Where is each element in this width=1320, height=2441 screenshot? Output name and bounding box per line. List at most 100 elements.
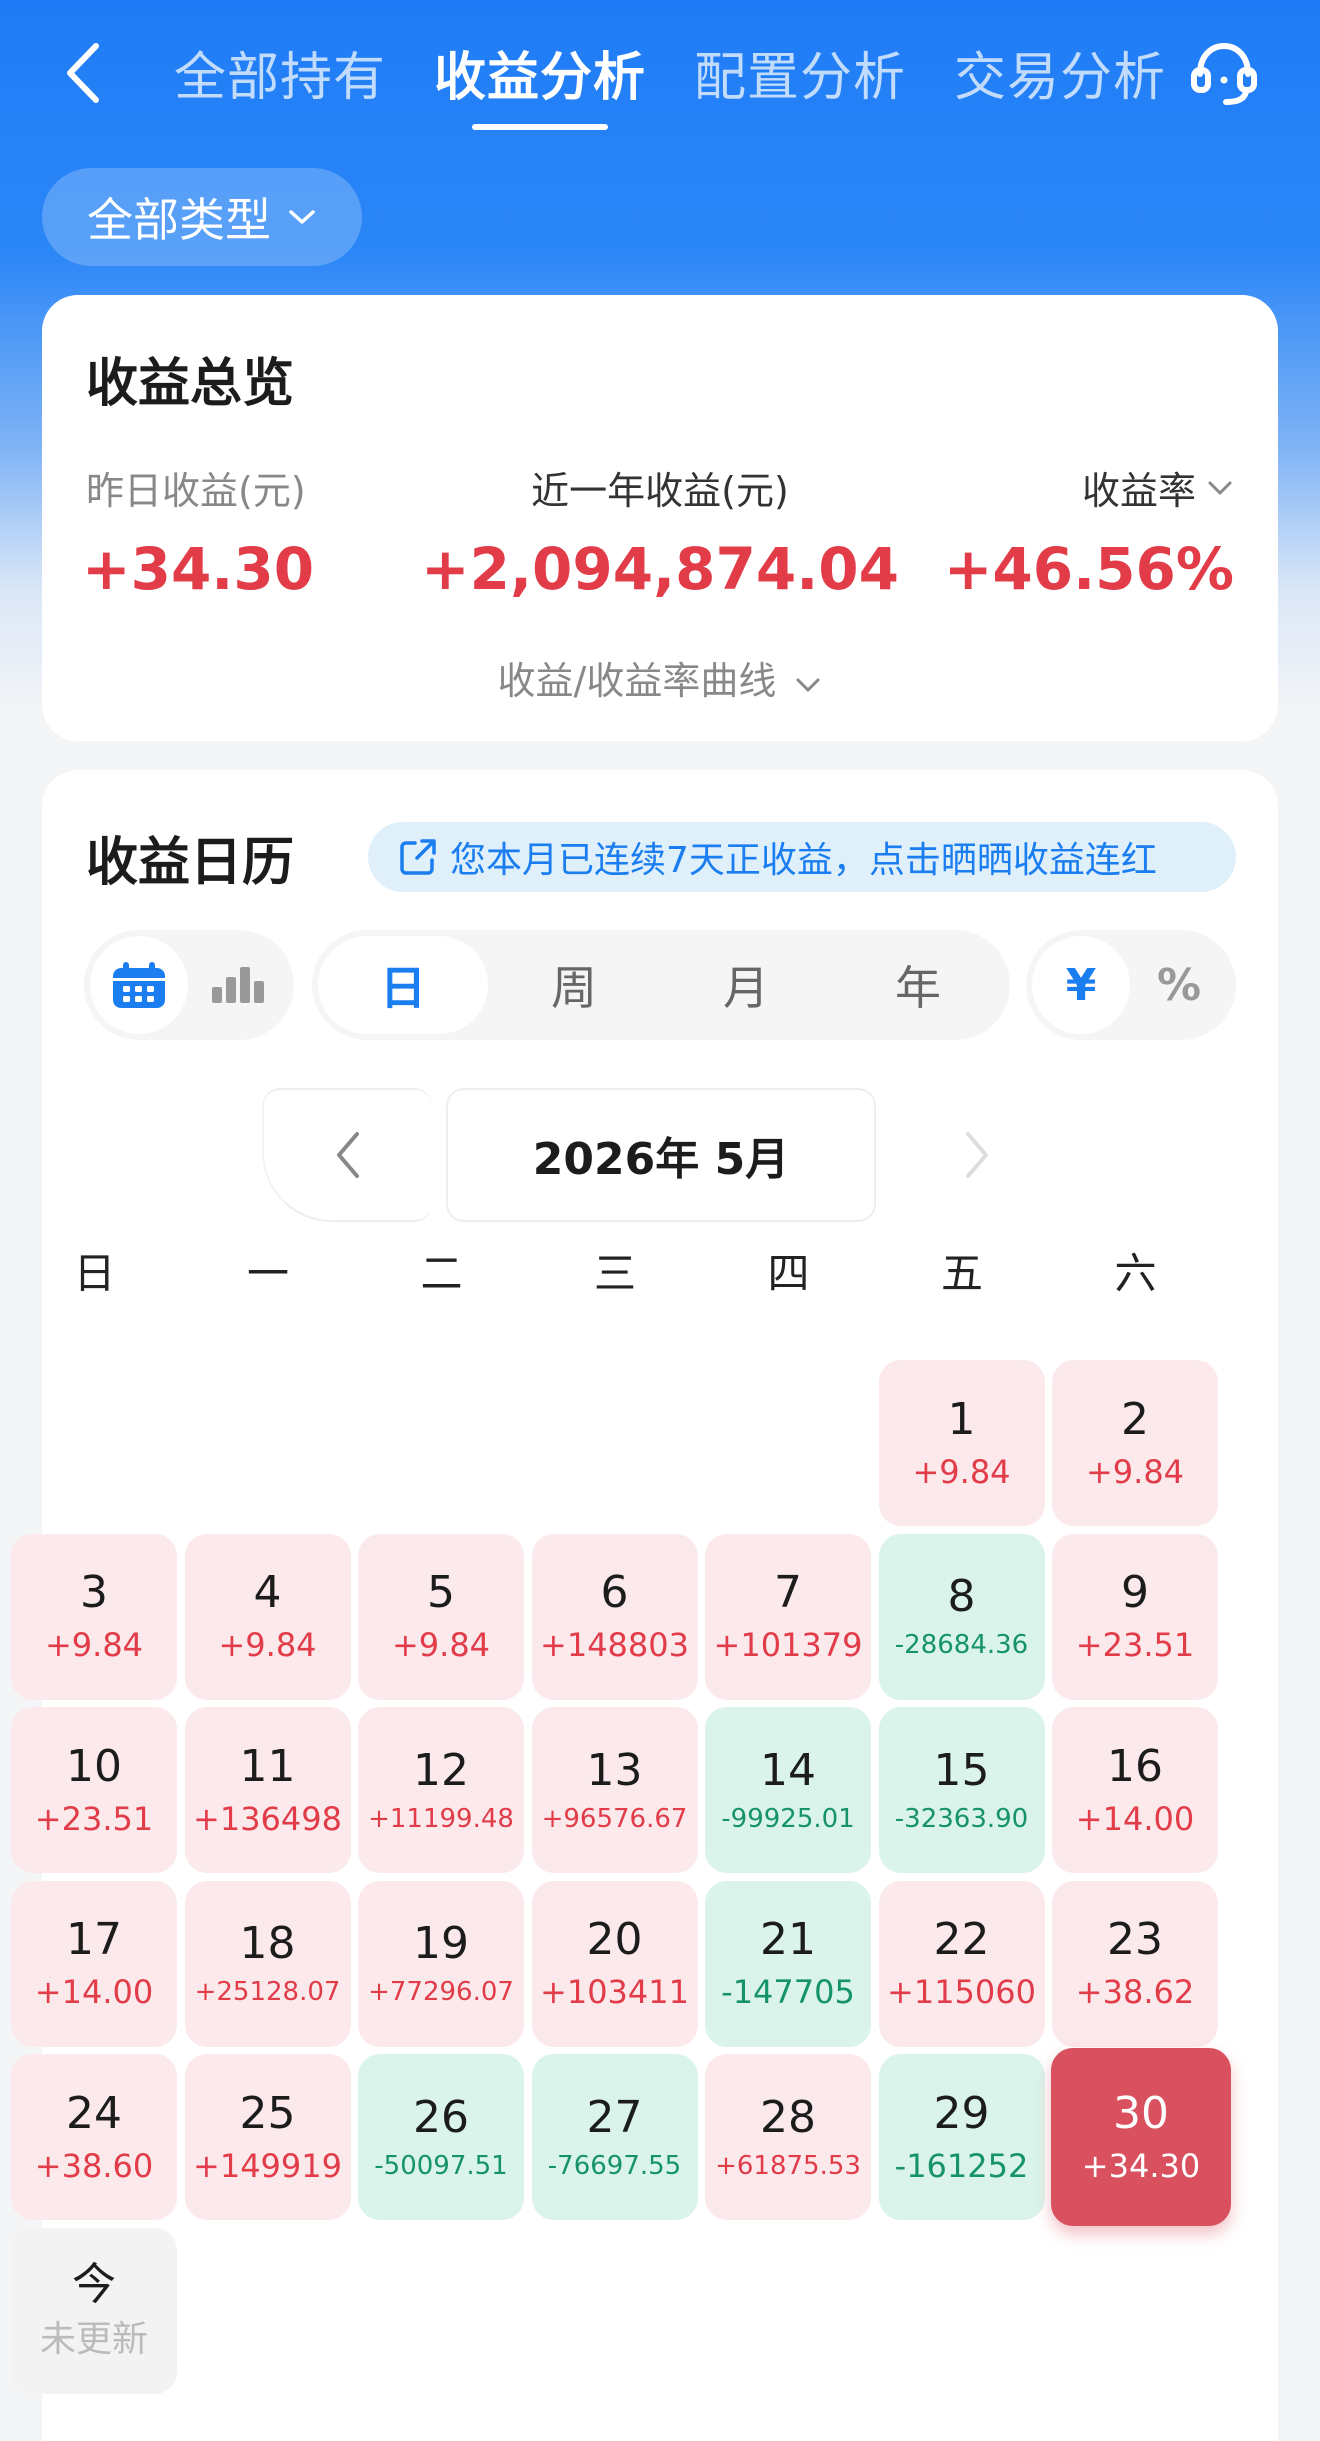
back-button[interactable] — [52, 38, 112, 108]
calendar-day[interactable]: 11 +136498 — [184, 1707, 351, 1873]
calendar-day[interactable]: 19 +77296.07 — [358, 1880, 524, 2047]
headset-icon — [1191, 42, 1257, 105]
day-profit-value: +9.84 — [1085, 1452, 1185, 1491]
calendar-day[interactable]: 1 +9.84 — [878, 1360, 1045, 1526]
prev-month-button[interactable] — [262, 1088, 432, 1222]
calendar-day[interactable]: 10 +23.51 — [11, 1707, 177, 1873]
profit-rate-selector[interactable]: 收益率 — [1082, 460, 1234, 515]
day-number: 27 — [586, 2091, 643, 2143]
day-number: 9 — [1121, 1567, 1149, 1619]
streak-promo-banner[interactable]: 您本月已连续7天正收益，点击晒晒收益连红 — [368, 822, 1236, 892]
day-number: 12 — [413, 1744, 469, 1796]
calendar-day[interactable]: 22 +115060 — [878, 1880, 1045, 2047]
calendar-day[interactable]: 26 -50097.51 — [358, 2054, 524, 2220]
calendar-day[interactable]: 2 +9.84 — [1052, 1360, 1218, 1526]
calendar-day[interactable]: 24 +38.60 — [11, 2054, 177, 2220]
calendar-day[interactable]: 28 +61875.53 — [705, 2054, 871, 2220]
tab-profit-analysis[interactable]: 收益分析 — [410, 22, 670, 130]
profit-curve-toggle[interactable]: 收益/收益率曲线 — [42, 650, 1278, 705]
day-profit-value: +115060 — [887, 1973, 1036, 2012]
calendar-day[interactable]: 20 +103411 — [531, 1880, 698, 2047]
calendar-day[interactable]: 25 +149919 — [184, 2054, 351, 2220]
top-nav: 全部持有 收益分析 配置分析 交易分析 — [0, 0, 1320, 150]
day-number: 10 — [66, 1740, 122, 1792]
weekday-label: 四 — [767, 1249, 810, 1298]
day-number: 23 — [1107, 1914, 1163, 1966]
calendar-day[interactable]: 12 +11199.48 — [358, 1707, 524, 1873]
calendar-day[interactable]: 29 -161252 — [878, 2054, 1045, 2220]
calendar-day[interactable]: 18 +25128.07 — [184, 1880, 351, 2047]
tab-allocation-analysis[interactable]: 配置分析 — [670, 22, 930, 122]
day-profit-value: +38.60 — [34, 2146, 154, 2185]
period-month-button[interactable]: 月 — [660, 936, 832, 1034]
calendar-day-today[interactable]: 今未更新 — [11, 2227, 177, 2394]
tab-trade-analysis[interactable]: 交易分析 — [930, 22, 1190, 122]
day-number: 11 — [239, 1740, 296, 1792]
calendar-title: 收益日历 — [86, 833, 295, 893]
period-year-button[interactable]: 年 — [832, 936, 1004, 1034]
day-profit-value: +25128.07 — [194, 1977, 341, 2008]
calendar-day[interactable]: 15 -32363.90 — [878, 1707, 1045, 1873]
period-toggle: 日 周 月 年 — [312, 930, 1010, 1040]
unit-percent-button[interactable]: % — [1130, 936, 1228, 1034]
profit-calendar-card: 收益日历 您本月已连续7天正收益，点击晒晒收益连红 日 周 月 年 ¥ % 20… — [11, 770, 1278, 2441]
share-icon — [400, 839, 436, 875]
unit-yuan-button[interactable]: ¥ — [1032, 936, 1130, 1034]
calendar-day[interactable]: 13 +96576.67 — [531, 1707, 698, 1873]
day-profit-value: +9.84 — [391, 1626, 491, 1665]
type-filter-dropdown[interactable]: 全部类型 — [42, 168, 362, 266]
chevron-left-icon — [67, 43, 99, 103]
weekday-label: 一 — [246, 1249, 289, 1298]
day-profit-value: -147705 — [721, 1973, 855, 2012]
tab-all-holdings[interactable]: 全部持有 — [150, 22, 410, 122]
profit-rate-label: 收益率 — [1081, 469, 1196, 513]
day-number: 20 — [586, 1914, 643, 1966]
weekday-label: 六 — [1114, 1249, 1157, 1298]
day-number: 3 — [80, 1567, 108, 1619]
day-profit-value: +96576.67 — [541, 1803, 688, 1834]
period-day-button[interactable]: 日 — [318, 936, 488, 1034]
day-profit-value: -99925.01 — [721, 1803, 855, 1834]
day-number: 21 — [760, 1914, 816, 1966]
day-profit-value: 未更新 — [39, 2318, 148, 2360]
calendar-day[interactable]: 21 -147705 — [705, 1880, 871, 2047]
day-profit-value: +77296.07 — [368, 1977, 514, 2008]
calendar-day[interactable]: 8 -28684.36 — [878, 1533, 1045, 1700]
day-profit-value: +14.00 — [1075, 1799, 1195, 1838]
calendar-day[interactable]: 16 +14.00 — [1052, 1707, 1218, 1873]
calendar-day[interactable]: 14 -99925.01 — [705, 1707, 871, 1873]
day-profit-value: +149919 — [193, 2146, 342, 2185]
calendar-icon — [113, 962, 165, 1008]
day-profit-value: -32363.90 — [894, 1803, 1029, 1834]
calendar-day[interactable]: 7 +101379 — [705, 1533, 871, 1700]
customer-service-button[interactable] — [1188, 36, 1260, 108]
day-profit-value: +38.62 — [1075, 1973, 1195, 2012]
chart-view-button[interactable] — [188, 936, 286, 1034]
calendar-day[interactable]: 23 +38.62 — [1052, 1880, 1218, 2047]
day-number: 15 — [933, 1744, 990, 1796]
calendar-day[interactable]: 27 -76697.55 — [531, 2054, 698, 2220]
calendar-day[interactable]: 30 +34.30 — [1051, 2048, 1231, 2226]
calendar-day[interactable]: 5 +9.84 — [358, 1533, 524, 1700]
streak-promo-text: 您本月已连续7天正收益，点击晒晒收益连红 — [450, 840, 1157, 881]
weekday-label: 三 — [593, 1249, 636, 1298]
day-number: 14 — [760, 1744, 816, 1796]
day-profit-value: +9.84 — [218, 1626, 317, 1665]
period-week-button[interactable]: 周 — [488, 936, 660, 1034]
calendar-day[interactable]: 9 +23.51 — [1052, 1533, 1218, 1700]
chevron-left-icon — [337, 1132, 359, 1178]
profit-curve-label: 收益/收益率曲线 — [497, 659, 777, 703]
day-profit-value: -50097.51 — [374, 2150, 508, 2181]
day-number: 5 — [427, 1567, 455, 1619]
day-profit-value: +61875.53 — [715, 2150, 861, 2181]
calendar-day[interactable]: 17 +14.00 — [11, 1880, 177, 2047]
calendar-day[interactable]: 6 +148803 — [531, 1533, 698, 1700]
calendar-day[interactable]: 4 +9.84 — [184, 1533, 351, 1700]
calendar-day[interactable]: 3 +9.84 — [11, 1533, 177, 1700]
next-month-button[interactable] — [892, 1088, 1062, 1222]
weekday-label: 二 — [420, 1249, 463, 1298]
day-profit-value: -28684.36 — [894, 1630, 1029, 1661]
day-number: 30 — [1113, 2087, 1169, 2139]
calendar-view-button[interactable] — [90, 936, 188, 1034]
day-profit-value: +14.00 — [34, 1973, 154, 2012]
